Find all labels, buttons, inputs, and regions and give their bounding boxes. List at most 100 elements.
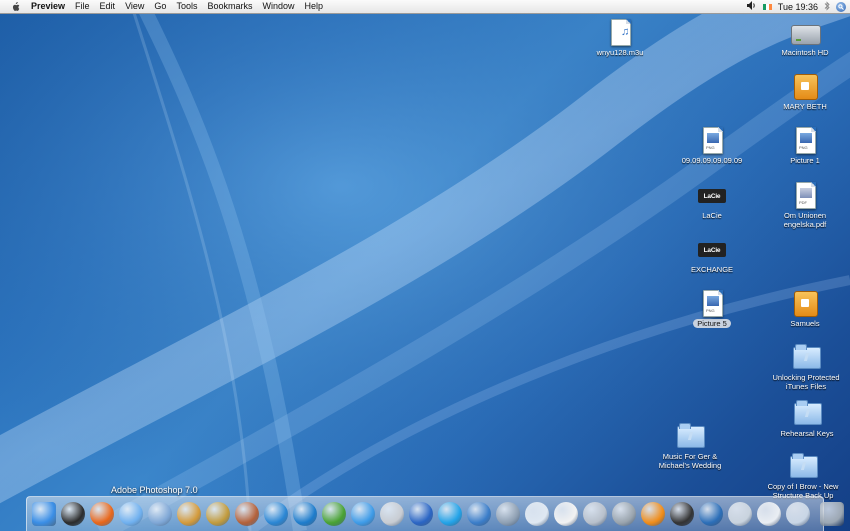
itunes-icon[interactable] bbox=[117, 500, 145, 528]
skype-icon[interactable] bbox=[436, 500, 464, 528]
app-monitor-icon-glyph bbox=[496, 502, 520, 526]
bluetooth-icon[interactable] bbox=[824, 0, 830, 13]
menu-window[interactable]: Window bbox=[257, 0, 299, 13]
desktop-icon-rehearsal-keys[interactable]: Rehearsal Keys bbox=[772, 399, 842, 438]
folder-icon bbox=[793, 399, 822, 427]
app-menu-preview[interactable]: Preview bbox=[26, 0, 70, 13]
menu-tools[interactable]: Tools bbox=[171, 0, 202, 13]
itunes-icon-glyph bbox=[119, 502, 143, 526]
spotlight-icon[interactable] bbox=[836, 1, 846, 12]
app-swirl-icon[interactable] bbox=[262, 500, 290, 528]
safari-icon-glyph bbox=[351, 502, 375, 526]
preview-icon[interactable] bbox=[784, 500, 812, 528]
clapper-icon-glyph bbox=[670, 502, 694, 526]
iscreenshot-icon[interactable] bbox=[465, 500, 493, 528]
home-folder-icon bbox=[791, 289, 819, 317]
png-file-icon: PNG bbox=[791, 126, 819, 154]
app-bulb-icon[interactable] bbox=[523, 500, 551, 528]
folder-icon bbox=[792, 343, 821, 371]
dvd-icon[interactable] bbox=[581, 500, 609, 528]
app-plant-icon[interactable] bbox=[320, 500, 348, 528]
app-blue-u-icon[interactable] bbox=[291, 500, 319, 528]
desktop-icon-exchange[interactable]: LaCie EXCHANGE bbox=[684, 235, 740, 274]
desktop-icon-samuels[interactable]: Samuels bbox=[772, 289, 838, 328]
menu-bookmarks[interactable]: Bookmarks bbox=[202, 0, 257, 13]
desktop-icon-music-wedding[interactable]: Music For Ger & Michael's Wedding bbox=[650, 422, 730, 470]
desktop-icon-picture-5[interactable]: PNG Picture 5 bbox=[682, 289, 742, 328]
apple-menu-icon[interactable] bbox=[8, 0, 22, 13]
camino-icon-glyph bbox=[206, 502, 230, 526]
ical-icon[interactable] bbox=[552, 500, 580, 528]
menu-clock[interactable]: Tue 19:36 bbox=[778, 2, 818, 12]
folder-icon bbox=[789, 452, 818, 480]
imovie-icon[interactable] bbox=[407, 500, 435, 528]
firefox-icon-glyph bbox=[90, 502, 114, 526]
folder-icon bbox=[676, 422, 705, 450]
desktop-icon-label: Unlocking Protected iTunes Files bbox=[772, 373, 840, 391]
iscreenshot-icon-glyph bbox=[467, 502, 491, 526]
finder-icon-glyph bbox=[32, 502, 56, 526]
imovie-icon-glyph bbox=[409, 502, 433, 526]
irish-flag-icon[interactable] bbox=[762, 3, 772, 10]
app-plant-icon-glyph bbox=[322, 502, 346, 526]
vlc-icon-glyph bbox=[641, 502, 665, 526]
iphoto-icon-glyph bbox=[177, 502, 201, 526]
volume-icon[interactable] bbox=[746, 1, 757, 12]
png-file-icon: PNG bbox=[698, 289, 726, 317]
speaker-icon[interactable] bbox=[610, 500, 638, 528]
iphoto-icon[interactable] bbox=[175, 500, 203, 528]
desktop-icon-label: EXCHANGE bbox=[690, 265, 734, 274]
menu-file[interactable]: File bbox=[70, 0, 95, 13]
app-bulb-icon-glyph bbox=[525, 502, 549, 526]
app-monitor-icon[interactable] bbox=[494, 500, 522, 528]
menu-edit[interactable]: Edit bbox=[95, 0, 121, 13]
desktop-icon-label: LaCie bbox=[702, 211, 722, 220]
menu-go[interactable]: Go bbox=[149, 0, 171, 13]
finder-icon[interactable] bbox=[30, 500, 58, 528]
dock bbox=[26, 496, 844, 531]
desktop-icon-lacie[interactable]: LaCie LaCie bbox=[682, 181, 742, 220]
clapper-icon[interactable] bbox=[668, 500, 696, 528]
app-waves-icon-glyph bbox=[699, 502, 723, 526]
app-stripes-icon[interactable] bbox=[233, 500, 261, 528]
desktop-icon-label: 09.09.09.09.09.09 bbox=[681, 156, 743, 165]
app-waves-icon[interactable] bbox=[697, 500, 725, 528]
safari-icon[interactable] bbox=[349, 500, 377, 528]
lacie-disk-icon: LaCie bbox=[698, 181, 726, 209]
preview-icon-glyph bbox=[786, 502, 810, 526]
skype-icon-glyph bbox=[438, 502, 462, 526]
hard-disk-icon bbox=[791, 18, 821, 46]
dashboard-icon[interactable] bbox=[59, 500, 87, 528]
music-file-icon: ♫ bbox=[606, 18, 634, 46]
trash-icon[interactable] bbox=[818, 500, 846, 528]
menu-help[interactable]: Help bbox=[299, 0, 328, 13]
firefox-icon[interactable] bbox=[88, 500, 116, 528]
desktop-icon-picture-1[interactable]: PNG Picture 1 bbox=[772, 126, 838, 165]
desktop-icon-om-unionen-pdf[interactable]: PDF Om Unionen engelska.pdf bbox=[768, 181, 842, 229]
pdf-file-icon: PDF bbox=[791, 181, 819, 209]
label-print-icon[interactable] bbox=[755, 500, 783, 528]
app-rings-icon-glyph bbox=[728, 502, 752, 526]
home-folder-icon bbox=[791, 72, 819, 100]
desktop-icon-mary-beth[interactable]: MARY BETH bbox=[772, 72, 838, 111]
app-rings-icon[interactable] bbox=[726, 500, 754, 528]
desktop-icon-label: MARY BETH bbox=[783, 102, 827, 111]
desktop-icon-macintosh-hd[interactable]: Macintosh HD bbox=[772, 18, 838, 57]
lacie-disk-icon: LaCie bbox=[698, 235, 726, 263]
menu-view[interactable]: View bbox=[120, 0, 149, 13]
desktop-icon-copy-i-brow[interactable]: Copy of I Brow - New Structure Back Up bbox=[758, 452, 848, 500]
desktop-icon-09-09-09[interactable]: PNG 09.09.09.09.09.09 bbox=[674, 126, 750, 165]
dock-tooltip: Adobe Photoshop 7.0 bbox=[111, 485, 198, 495]
trash-icon-glyph bbox=[820, 502, 844, 526]
label-print-icon-glyph bbox=[757, 502, 781, 526]
mail-icon[interactable] bbox=[378, 500, 406, 528]
photoshop-icon-glyph bbox=[148, 502, 172, 526]
desktop-icon-wnyu-m3u[interactable]: ♫ wnyu128.m3u bbox=[590, 18, 650, 57]
camino-icon[interactable] bbox=[204, 500, 232, 528]
desktop-icon-unlocking-itunes[interactable]: Unlocking Protected iTunes Files bbox=[764, 343, 848, 391]
desktop-icon-label: Samuels bbox=[790, 319, 820, 328]
desktop-icon-label: Om Unionen engelska.pdf bbox=[783, 211, 827, 229]
vlc-icon[interactable] bbox=[639, 500, 667, 528]
desktop-icon-label: Picture 5 bbox=[693, 319, 731, 328]
photoshop-icon[interactable] bbox=[146, 500, 174, 528]
